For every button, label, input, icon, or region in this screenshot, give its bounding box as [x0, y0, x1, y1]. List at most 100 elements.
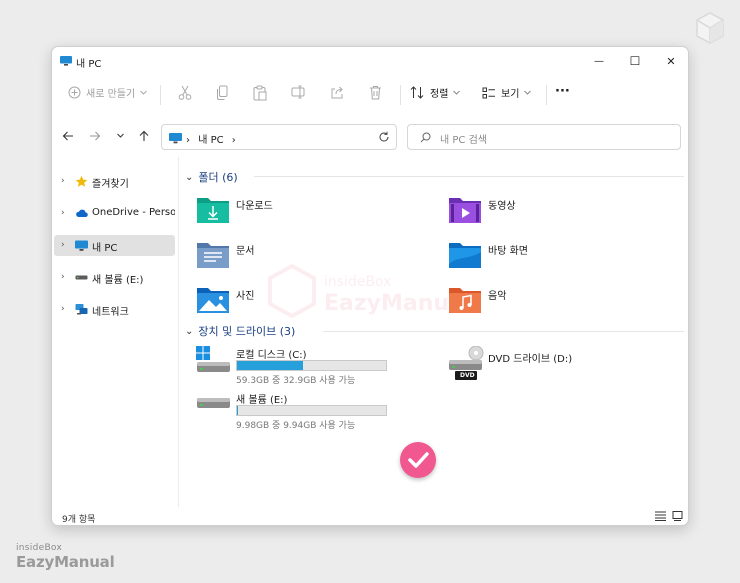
- address-bar[interactable]: › 내 PC ›: [161, 124, 397, 150]
- pc-icon: [169, 133, 182, 144]
- recent-locations-chevron-icon[interactable]: [117, 133, 124, 138]
- drives-section-title: 장치 및 드라이브 (3): [198, 325, 296, 338]
- drive-name: 로컬 디스크 (C:): [236, 350, 307, 361]
- view-button[interactable]: 보기: [482, 85, 532, 100]
- pictures-folder-icon: [197, 288, 229, 313]
- sort-label: 정렬: [430, 89, 449, 100]
- new-button[interactable]: 새로 만들기: [68, 85, 148, 100]
- breadcrumb[interactable]: › 내 PC ›: [186, 131, 236, 146]
- document-folder-icon: [197, 243, 229, 268]
- details-view-icon[interactable]: [655, 511, 666, 521]
- expand-chevron-icon[interactable]: ›: [61, 304, 65, 314]
- folder-item-music[interactable]: 음악: [448, 283, 628, 319]
- download-folder-icon: [197, 198, 229, 223]
- expand-chevron-icon[interactable]: ›: [61, 208, 65, 218]
- drive-icon: [75, 275, 88, 280]
- brand-large: EazyManual: [16, 553, 115, 571]
- navigation-pane: › 즐겨찾기 › OneDrive - Personal › 내 PC › 새 …: [52, 157, 179, 507]
- check-icon: [408, 452, 429, 468]
- rename-button[interactable]: [291, 85, 306, 99]
- window-title: 내 PC: [76, 59, 102, 70]
- rename-icon: [291, 85, 305, 99]
- drive-icon: [197, 398, 230, 408]
- toolbar-divider: [160, 85, 161, 105]
- section-divider: [323, 331, 684, 332]
- folders-section-header[interactable]: ⌄ 폴더 (6): [185, 169, 238, 185]
- sidebar-item-onedrive[interactable]: › OneDrive - Personal: [54, 203, 175, 224]
- folder-label: 다운로드: [236, 201, 273, 212]
- chevron-down-icon: [453, 90, 461, 95]
- folder-item-pictures[interactable]: 사진: [196, 283, 376, 319]
- pc-icon: [75, 240, 88, 251]
- add-circle-icon: [68, 86, 81, 99]
- drive-name: DVD 드라이브 (D:): [488, 354, 573, 365]
- status-bar: 9개 항목: [52, 507, 688, 525]
- sidebar-item-volume-e[interactable]: › 새 볼륨 (E:): [54, 267, 175, 288]
- folder-label: 동영상: [488, 201, 516, 212]
- folder-item-videos[interactable]: 동영상: [448, 193, 628, 229]
- folder-label: 음악: [488, 291, 507, 302]
- brand-cube-icon: [696, 12, 724, 44]
- cloud-icon: [76, 209, 88, 217]
- brand-watermark: insideBox EazyManual: [16, 543, 115, 571]
- close-button[interactable]: ✕: [653, 47, 688, 75]
- expand-chevron-icon[interactable]: ›: [61, 272, 65, 282]
- sidebar-item-quick-access[interactable]: › 즐겨찾기: [54, 171, 175, 192]
- delete-button[interactable]: [369, 85, 382, 100]
- folder-item-downloads[interactable]: 다운로드: [196, 193, 376, 229]
- pc-icon: [60, 56, 72, 66]
- breadcrumb-item-pc[interactable]: 내 PC: [198, 135, 223, 146]
- minimize-button[interactable]: —: [581, 47, 617, 75]
- expand-chevron-icon[interactable]: ›: [61, 176, 65, 186]
- back-arrow-icon[interactable]: [62, 130, 74, 142]
- sort-button[interactable]: 정렬: [410, 85, 461, 100]
- chevron-down-icon: [140, 90, 148, 95]
- sidebar-item-label: 네트워크: [92, 307, 129, 318]
- drive-usage-fill: [237, 406, 238, 415]
- toolbar-divider: [546, 85, 547, 105]
- collapse-chevron-icon[interactable]: ⌄: [185, 172, 193, 183]
- sidebar-item-this-pc[interactable]: › 내 PC: [54, 235, 175, 256]
- more-options-button[interactable]: ···: [555, 84, 570, 99]
- share-button[interactable]: [330, 85, 345, 99]
- content-pane: ⌄ 폴더 (6) 다운로드 동영상 문서 바탕 화면 사진 음악 ⌄ 장치 및 …: [182, 157, 688, 507]
- sidebar-item-network[interactable]: › 네트워크: [54, 299, 175, 320]
- title-bar: 내 PC — ☐ ✕: [52, 47, 688, 75]
- drive-usage-bar: [236, 405, 387, 416]
- minimize-icon: —: [594, 55, 604, 67]
- drive-item-e[interactable]: 새 볼륨 (E:) 9.98GB 중 9.94GB 사용 가능: [196, 391, 396, 431]
- music-folder-icon: [449, 288, 481, 313]
- drive-item-c[interactable]: 로컬 디스크 (C:) 59.3GB 중 32.9GB 사용 가능: [196, 346, 396, 386]
- network-icon: [75, 304, 88, 315]
- cut-button[interactable]: [178, 85, 192, 101]
- refresh-icon[interactable]: [378, 131, 390, 143]
- windows-drive-icon: [196, 346, 230, 372]
- drive-name: 새 볼륨 (E:): [236, 395, 288, 406]
- command-bar: 새로 만들기 정렬 보기 ···: [52, 75, 688, 113]
- close-icon: ✕: [666, 54, 676, 68]
- star-icon: [75, 175, 88, 187]
- search-box[interactable]: 내 PC 검색: [407, 124, 681, 150]
- drive-item-d[interactable]: DVD DVD 드라이브 (D:): [448, 346, 648, 386]
- folder-label: 사진: [236, 291, 255, 302]
- folder-label: 문서: [236, 246, 255, 257]
- maximize-button[interactable]: ☐: [617, 47, 653, 75]
- breadcrumb-separator: ›: [186, 135, 190, 146]
- sidebar-item-label: 즐겨찾기: [92, 179, 129, 190]
- drives-section-header[interactable]: ⌄ 장치 및 드라이브 (3): [185, 323, 295, 339]
- paste-button[interactable]: [253, 85, 267, 101]
- folder-item-documents[interactable]: 문서: [196, 238, 376, 274]
- new-label: 새로 만들기: [86, 89, 136, 100]
- large-icons-view-icon[interactable]: [672, 511, 683, 521]
- forward-arrow-icon[interactable]: [89, 130, 101, 142]
- expand-chevron-icon[interactable]: ›: [61, 240, 65, 250]
- folder-item-desktop[interactable]: 바탕 화면: [448, 238, 628, 274]
- copy-icon: [217, 85, 228, 100]
- section-divider: [254, 176, 684, 177]
- collapse-chevron-icon[interactable]: ⌄: [185, 326, 193, 337]
- copy-button[interactable]: [216, 85, 229, 101]
- up-arrow-icon[interactable]: [138, 130, 150, 142]
- sidebar-item-label: OneDrive - Personal: [92, 207, 175, 218]
- view-label: 보기: [501, 89, 520, 100]
- video-folder-icon: [449, 198, 481, 223]
